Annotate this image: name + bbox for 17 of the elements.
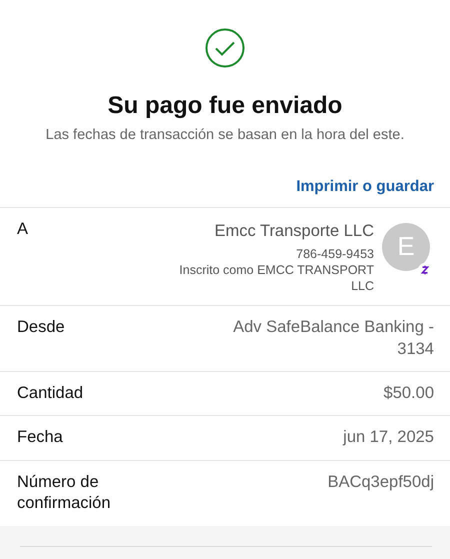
detail-value: BACq3epf50dj [326, 472, 434, 493]
recipient-phone: 786-459-9453 [295, 247, 374, 263]
detail-label: Número de confirmación [17, 472, 112, 514]
detail-label: Fecha [17, 427, 64, 448]
detail-label: Cantidad [17, 383, 84, 404]
detail-label: A [17, 218, 30, 240]
detail-value: jun 17, 2025 [342, 427, 434, 448]
detail-label: Desde [17, 317, 66, 338]
page-title: Su pago fue enviado [106, 92, 344, 121]
detail-value: $50.00 [382, 383, 434, 404]
subtitle-text: Las fechas de transacción se basan en la hora del este. [44, 126, 406, 145]
print-or-save-link[interactable]: Imprimir o guardar [296, 178, 434, 195]
payment-badge-icon [418, 262, 432, 277]
success-check-icon [205, 28, 245, 68]
detail-value: Adv SafeBalance Banking - 3134 [232, 317, 434, 360]
enrolled-name: Inscrito como EMCC TRANSPORT LLC [178, 262, 374, 294]
recipient-name: Emcc Transporte LLC [213, 220, 374, 242]
